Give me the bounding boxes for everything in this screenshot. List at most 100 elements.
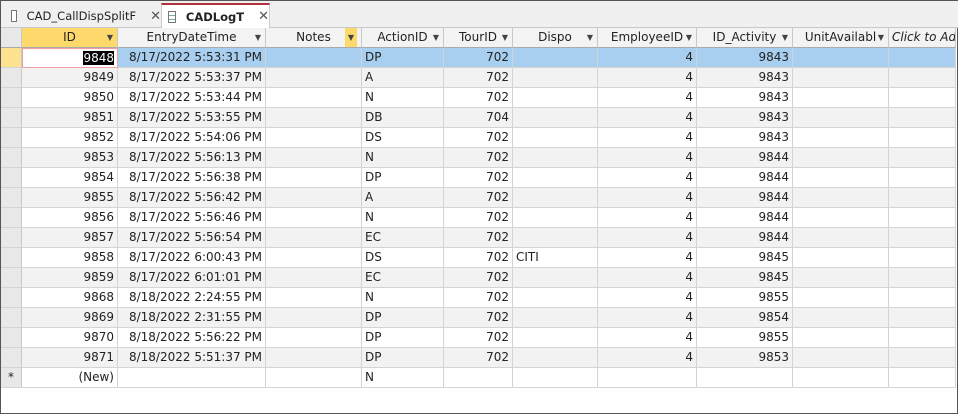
cell-id-activity[interactable]: 9843 — [697, 88, 793, 108]
cell-id-activity[interactable]: 9844 — [697, 148, 793, 168]
cell-unitavailabl[interactable] — [793, 108, 889, 128]
cell-dispo[interactable] — [513, 208, 598, 228]
cell-employeeid[interactable]: 4 — [598, 288, 697, 308]
dropdown-arrow-icon[interactable]: ▼ — [433, 28, 439, 47]
cell-entrydatetime[interactable]: 8/17/2022 5:56:38 PM — [118, 168, 266, 188]
cell-dispo[interactable] — [513, 268, 598, 288]
new-cell[interactable]: N — [362, 368, 444, 388]
cell-id[interactable]: 9853 — [22, 148, 118, 168]
cell-id[interactable]: 9859 — [22, 268, 118, 288]
table-row[interactable]: 9855 8/17/2022 5:56:42 PM A 702 4 9844 — [1, 188, 956, 208]
cell-tourid[interactable]: 702 — [444, 208, 513, 228]
record-selector[interactable] — [1, 228, 22, 248]
record-selector[interactable] — [1, 308, 22, 328]
cell-click-to-add[interactable] — [889, 248, 956, 268]
cell-tourid[interactable]: 702 — [444, 348, 513, 368]
table-row[interactable]: 9859 8/17/2022 6:01:01 PM EC 702 4 9845 — [1, 268, 956, 288]
cell-tourid[interactable]: 704 — [444, 108, 513, 128]
cell-click-to-add[interactable] — [889, 88, 956, 108]
table-row[interactable]: 9868 8/18/2022 2:24:55 PM N 702 4 9855 — [1, 288, 956, 308]
cell-unitavailabl[interactable] — [793, 148, 889, 168]
cell-actionid[interactable]: N — [362, 208, 444, 228]
dropdown-arrow-icon[interactable]: ▼ — [344, 28, 357, 47]
cell-click-to-add[interactable] — [889, 148, 956, 168]
cell-employeeid[interactable]: 4 — [598, 168, 697, 188]
cell-entrydatetime[interactable]: 8/18/2022 2:24:55 PM — [118, 288, 266, 308]
cell-dispo[interactable] — [513, 68, 598, 88]
cell-notes[interactable] — [266, 168, 362, 188]
cell-notes[interactable] — [266, 88, 362, 108]
column-header-dispo[interactable]: Dispo ▼ — [513, 28, 598, 48]
cell-actionid[interactable]: DB — [362, 108, 444, 128]
cell-id[interactable]: 9856 — [22, 208, 118, 228]
cell-employeeid[interactable]: 4 — [598, 88, 697, 108]
cell-id-activity[interactable]: 9854 — [697, 308, 793, 328]
cell-unitavailabl[interactable] — [793, 248, 889, 268]
cell-notes[interactable] — [266, 328, 362, 348]
cell-entrydatetime[interactable]: 8/17/2022 5:53:37 PM — [118, 68, 266, 88]
cell-unitavailabl[interactable] — [793, 348, 889, 368]
cell-click-to-add[interactable] — [889, 228, 956, 248]
cell-actionid[interactable]: A — [362, 68, 444, 88]
cell-dispo[interactable] — [513, 108, 598, 128]
cell-unitavailabl[interactable] — [793, 268, 889, 288]
record-selector[interactable] — [1, 348, 22, 368]
cell-notes[interactable] — [266, 128, 362, 148]
new-record-row[interactable]: * (New) N — [1, 368, 956, 388]
cell-tourid[interactable]: 702 — [444, 48, 513, 68]
record-selector[interactable] — [1, 288, 22, 308]
cell-dispo[interactable] — [513, 308, 598, 328]
dropdown-arrow-icon[interactable]: ▼ — [502, 28, 508, 47]
cell-employeeid[interactable]: 4 — [598, 228, 697, 248]
cell-click-to-add[interactable] — [889, 208, 956, 228]
cell-actionid[interactable]: DP — [362, 328, 444, 348]
table-row[interactable]: 9857 8/17/2022 5:56:54 PM EC 702 4 9844 — [1, 228, 956, 248]
new-cell[interactable] — [513, 368, 598, 388]
cell-tourid[interactable]: 702 — [444, 128, 513, 148]
cell-notes[interactable] — [266, 48, 362, 68]
column-header-id[interactable]: ID ▼ — [22, 28, 118, 48]
record-selector[interactable] — [1, 168, 22, 188]
column-header-click-to-add[interactable]: Click to Add — [889, 28, 956, 48]
new-cell[interactable]: (New) — [22, 368, 118, 388]
cell-unitavailabl[interactable] — [793, 228, 889, 248]
select-all-corner[interactable] — [1, 28, 22, 48]
cell-entrydatetime[interactable]: 8/18/2022 5:56:22 PM — [118, 328, 266, 348]
column-header-employeeid[interactable]: EmployeeID ▼ — [598, 28, 697, 48]
table-row[interactable]: 9853 8/17/2022 5:56:13 PM N 702 4 9844 — [1, 148, 956, 168]
cell-click-to-add[interactable] — [889, 68, 956, 88]
new-cell[interactable] — [598, 368, 697, 388]
record-selector[interactable] — [1, 48, 22, 68]
cell-dispo[interactable] — [513, 128, 598, 148]
cell-id[interactable]: 9857 — [22, 228, 118, 248]
cell-dispo[interactable] — [513, 228, 598, 248]
cell-unitavailabl[interactable] — [793, 308, 889, 328]
record-selector[interactable] — [1, 248, 22, 268]
cell-id[interactable]: 9855 — [22, 188, 118, 208]
cell-id-activity[interactable]: 9843 — [697, 108, 793, 128]
cell-id[interactable]: 9849 — [22, 68, 118, 88]
cell-click-to-add[interactable] — [889, 108, 956, 128]
new-cell[interactable] — [697, 368, 793, 388]
column-header-id-activity[interactable]: ID_Activity ▼ — [697, 28, 793, 48]
cell-unitavailabl[interactable] — [793, 328, 889, 348]
cell-dispo[interactable] — [513, 88, 598, 108]
cell-notes[interactable] — [266, 188, 362, 208]
cell-employeeid[interactable]: 4 — [598, 268, 697, 288]
record-selector[interactable] — [1, 128, 22, 148]
cell-id-activity[interactable]: 9853 — [697, 348, 793, 368]
record-selector[interactable] — [1, 68, 22, 88]
cell-id-activity[interactable]: 9843 — [697, 48, 793, 68]
cell-id-activity[interactable]: 9845 — [697, 248, 793, 268]
cell-employeeid[interactable]: 4 — [598, 128, 697, 148]
cell-actionid[interactable]: N — [362, 88, 444, 108]
cell-unitavailabl[interactable] — [793, 88, 889, 108]
cell-notes[interactable] — [266, 348, 362, 368]
cell-notes[interactable] — [266, 108, 362, 128]
cell-click-to-add[interactable] — [889, 168, 956, 188]
cell-id[interactable]: 9858 — [22, 248, 118, 268]
cell-id[interactable]: 9870 — [22, 328, 118, 348]
column-header-actionid[interactable]: ActionID ▼ — [362, 28, 444, 48]
cell-unitavailabl[interactable] — [793, 188, 889, 208]
cell-click-to-add[interactable] — [889, 348, 956, 368]
